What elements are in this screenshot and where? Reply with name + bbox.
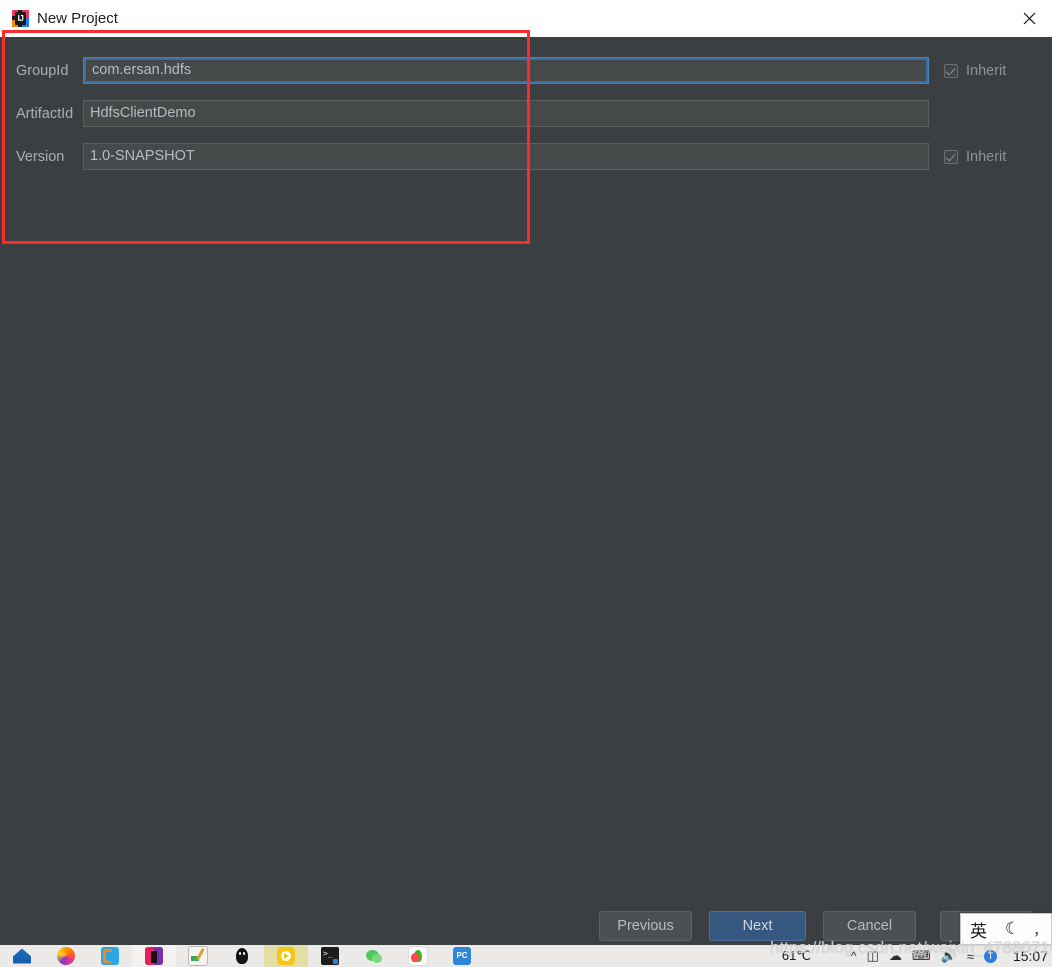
taskbar-item-firefox[interactable] <box>44 945 88 967</box>
new-project-dialog-window: IJ New Project GroupId com.ersan.hdfs In… <box>0 0 1052 945</box>
taskbar-item-vmware[interactable] <box>88 945 132 967</box>
taskbar-item-anaconda[interactable] <box>396 945 440 967</box>
watermark-text: https://blog.csdn.net/weixin_47880716 <box>770 938 1052 957</box>
cancel-button[interactable]: Cancel <box>823 911 916 941</box>
taskbar-item-pycharm[interactable]: PC <box>440 945 484 967</box>
qq-icon <box>233 947 251 965</box>
version-inherit-group[interactable]: Inherit <box>944 149 1006 165</box>
groupid-inherit-group[interactable]: Inherit <box>944 63 1006 79</box>
ime-punctuation-icon[interactable]: ， <box>1029 920 1051 939</box>
dialog-body: GroupId com.ersan.hdfs Inherit ArtifactI… <box>0 37 1052 945</box>
close-window-button[interactable] <box>1006 1 1052 37</box>
next-button[interactable]: Next <box>709 911 806 941</box>
notepad-icon <box>188 946 208 966</box>
form-row-artifactid: ArtifactId HdfsClientDemo <box>0 92 1052 135</box>
artifactid-label: ArtifactId <box>16 105 74 122</box>
version-inherit-label: Inherit <box>966 148 1007 165</box>
wechat-icon <box>365 947 383 965</box>
groupid-input[interactable]: com.ersan.hdfs <box>83 57 929 84</box>
title-bar-left: IJ New Project <box>0 10 1006 27</box>
vmware-icon <box>101 947 119 965</box>
firefox-icon <box>57 947 75 965</box>
previous-button[interactable]: Previous <box>599 911 692 941</box>
taskbar-item-editor[interactable] <box>176 945 220 967</box>
window-title: New Project <box>37 10 118 27</box>
close-icon <box>1023 12 1035 25</box>
taskbar-item-media-player[interactable] <box>264 945 308 967</box>
version-inherit-checkbox[interactable] <box>944 149 958 164</box>
media-player-icon <box>277 947 295 965</box>
office-icon <box>145 947 163 965</box>
title-bar: IJ New Project <box>0 0 1052 38</box>
pycharm-icon: PC <box>453 947 471 965</box>
form-row-version: Version 1.0-SNAPSHOT Inherit <box>0 135 1052 178</box>
taskbar-item-file-explorer[interactable] <box>0 945 44 967</box>
groupid-inherit-label: Inherit <box>966 62 1007 79</box>
taskbar-item-office[interactable] <box>132 945 176 967</box>
groupid-label: GroupId <box>16 62 69 79</box>
moon-icon[interactable]: ☾ <box>996 919 1029 939</box>
version-input[interactable]: 1.0-SNAPSHOT <box>83 143 929 170</box>
file-explorer-icon <box>13 948 31 964</box>
groupid-inherit-checkbox[interactable] <box>944 63 958 78</box>
taskbar-item-terminal[interactable]: >_ <box>308 945 352 967</box>
anaconda-icon <box>408 946 428 966</box>
taskbar-item-qq[interactable] <box>220 945 264 967</box>
version-label: Version <box>16 148 65 165</box>
taskbar-item-wechat[interactable] <box>352 945 396 967</box>
maven-coordinates-form: GroupId com.ersan.hdfs Inherit ArtifactI… <box>0 49 1052 178</box>
terminal-icon: >_ <box>321 947 339 965</box>
artifactid-input[interactable]: HdfsClientDemo <box>83 100 929 127</box>
intellij-idea-icon: IJ <box>12 10 29 27</box>
form-row-groupid: GroupId com.ersan.hdfs Inherit <box>0 49 1052 92</box>
